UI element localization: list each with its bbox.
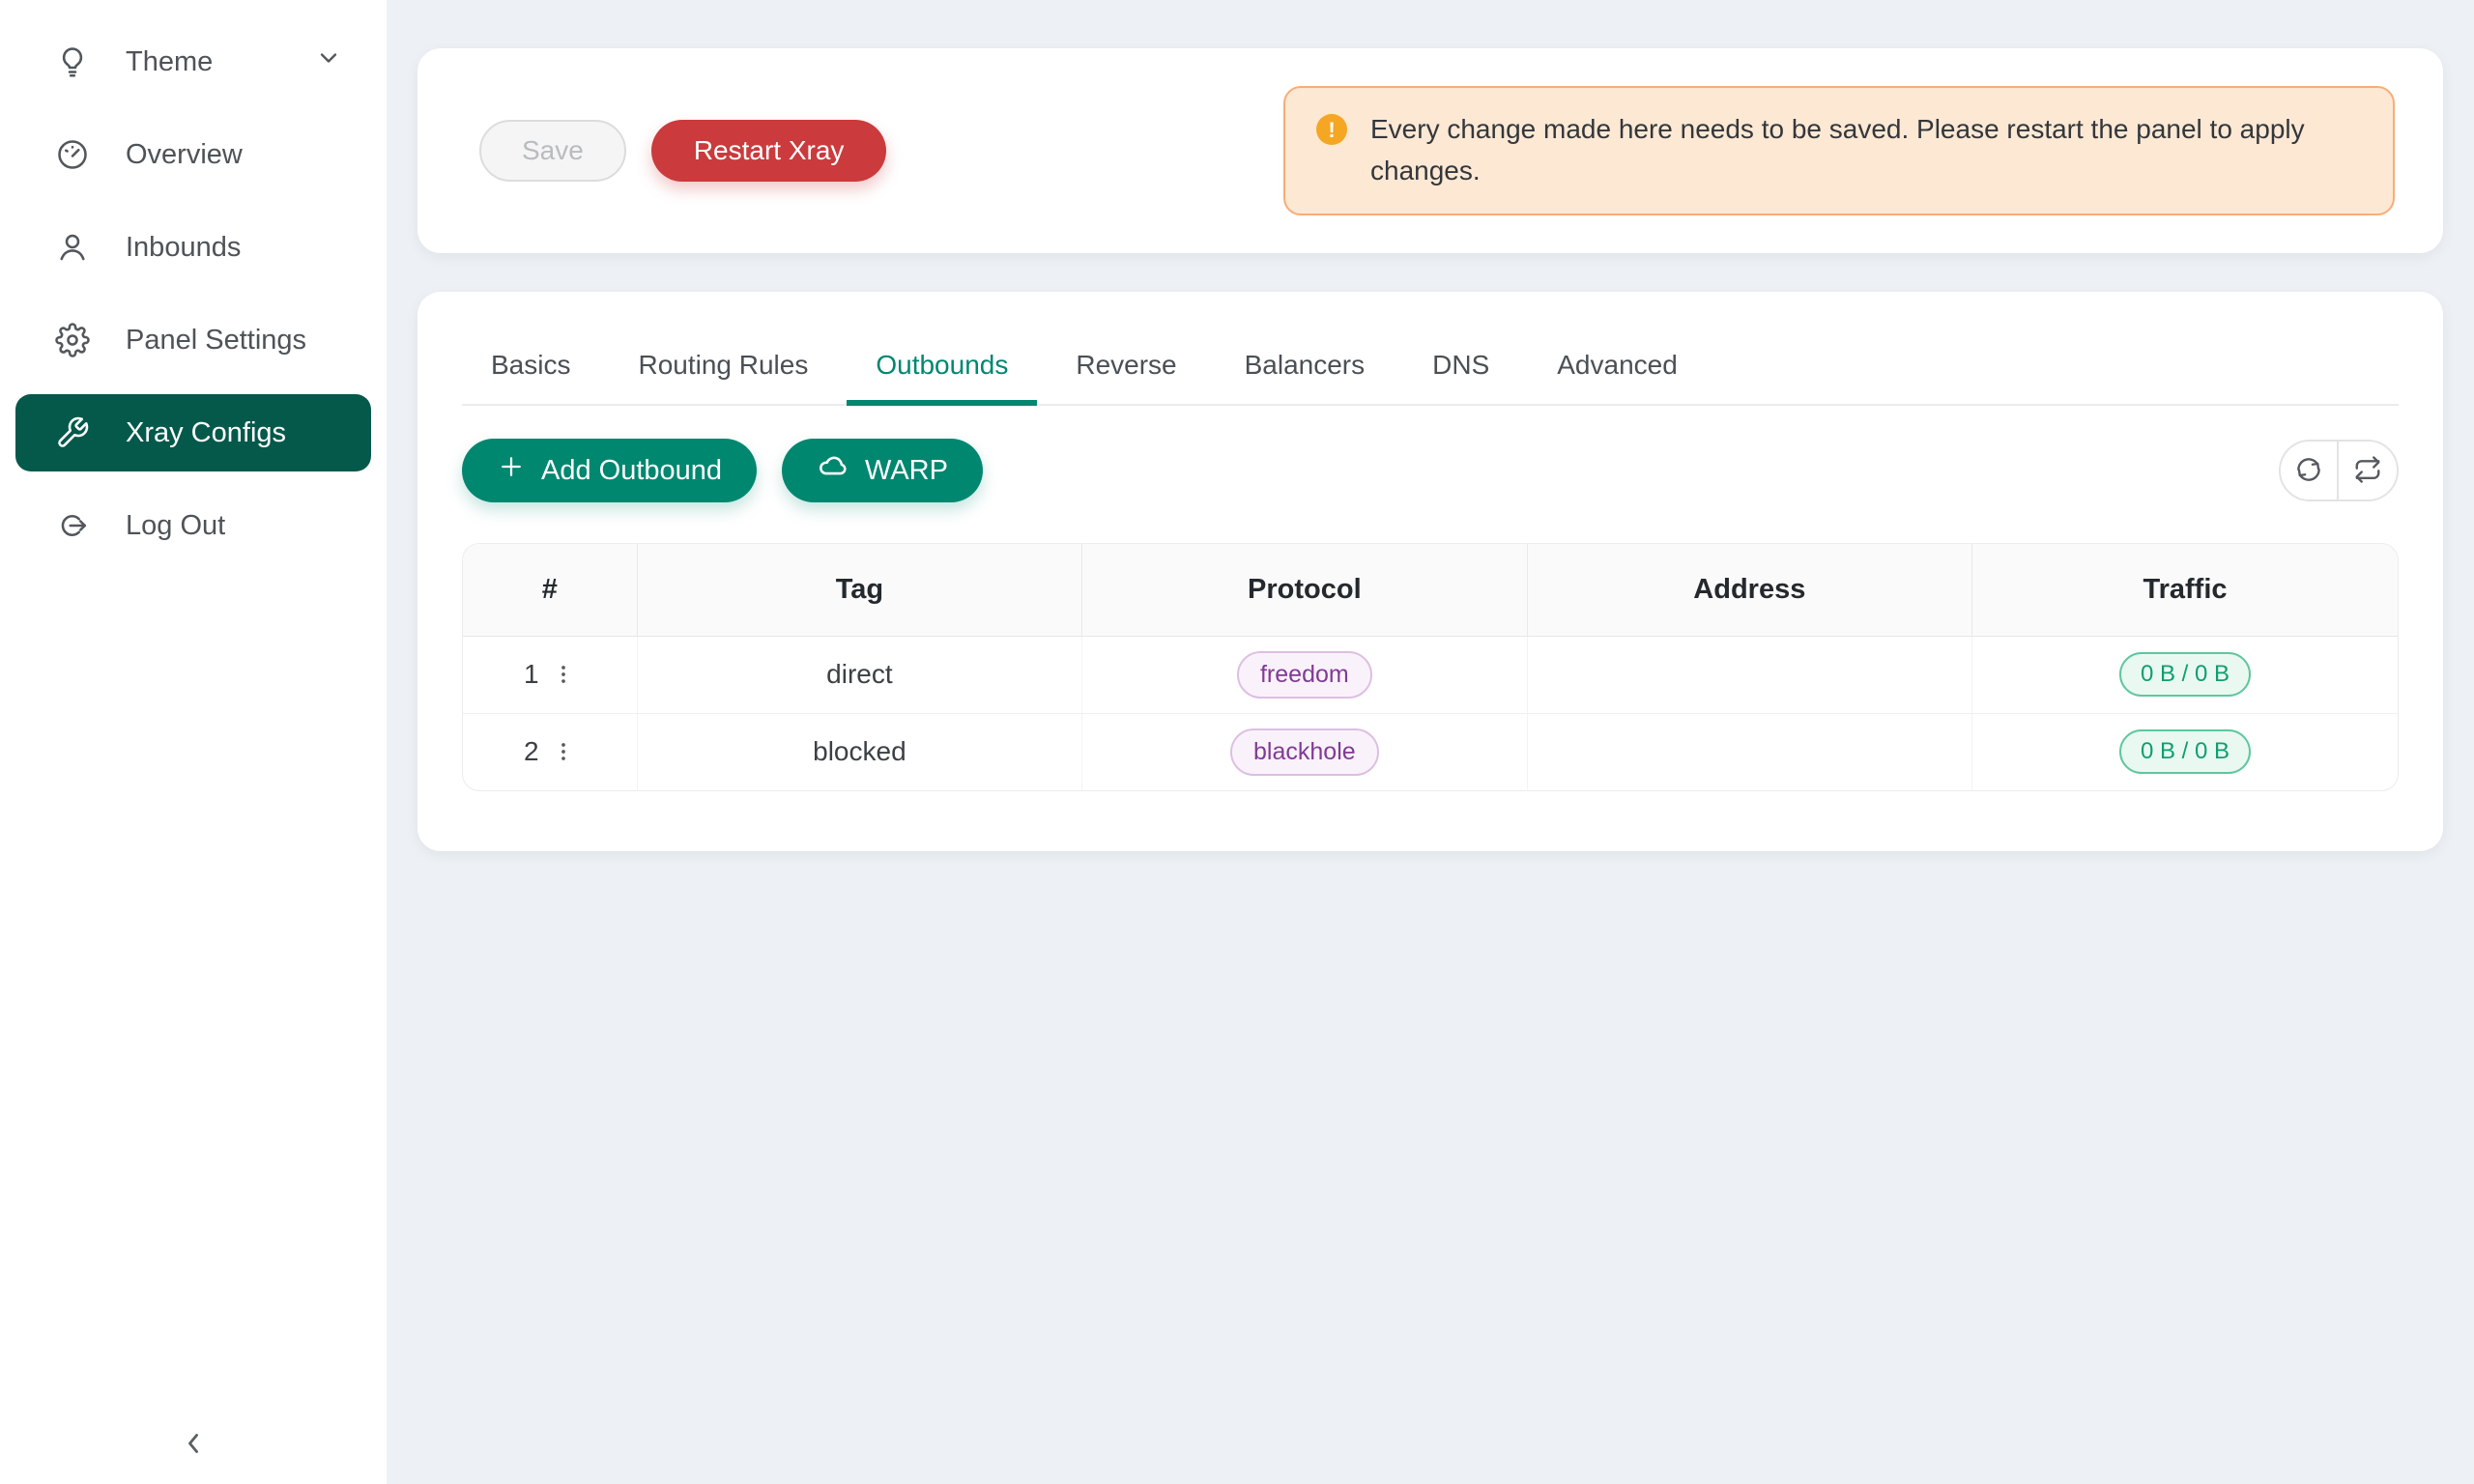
tab-routing-rules[interactable]: Routing Rules xyxy=(609,334,837,406)
row-menu-kebab-icon[interactable] xyxy=(551,739,576,764)
sidebar-item-label: Overview xyxy=(126,139,243,171)
warning-alert-text: Every change made here needs to be saved… xyxy=(1370,109,2362,191)
outbounds-actions-row: Add Outbound WARP xyxy=(462,439,2399,502)
toolbar-card: Save Restart Xray ! Every change made he… xyxy=(417,48,2443,253)
column-header-traffic: Traffic xyxy=(1972,544,2398,636)
row-index: 2 xyxy=(524,736,539,767)
chevron-down-icon xyxy=(315,44,342,79)
toolbar-buttons: Save Restart Xray xyxy=(479,120,886,182)
sync-button[interactable] xyxy=(2281,442,2339,499)
plus-icon xyxy=(497,452,526,489)
row-tag: direct xyxy=(637,636,1081,713)
sidebar-item-log-out[interactable]: Log Out xyxy=(15,487,371,564)
app-root: Theme Overview xyxy=(0,0,2474,1484)
sync-icon xyxy=(2294,455,2323,487)
logout-icon xyxy=(54,507,91,544)
table-header-row: # Tag Protocol Address Traffic xyxy=(463,544,2398,636)
xray-configs-card: Basics Routing Rules Outbounds Reverse B… xyxy=(417,292,2443,851)
protocol-badge: blackhole xyxy=(1230,728,1379,776)
chevron-left-icon xyxy=(177,1427,210,1465)
tab-advanced[interactable]: Advanced xyxy=(1528,334,1707,406)
warning-alert: ! Every change made here needs to be sav… xyxy=(1283,86,2395,214)
tab-basics[interactable]: Basics xyxy=(462,334,599,406)
tab-outbounds[interactable]: Outbounds xyxy=(847,334,1037,406)
sidebar-item-panel-settings[interactable]: Panel Settings xyxy=(15,301,371,379)
sidebar: Theme Overview xyxy=(0,0,387,1484)
row-address xyxy=(1527,636,1971,713)
row-address xyxy=(1527,713,1971,790)
restart-xray-button[interactable]: Restart Xray xyxy=(651,120,887,182)
column-header-protocol: Protocol xyxy=(1082,544,1527,636)
warp-button[interactable]: WARP xyxy=(782,439,983,502)
warning-icon: ! xyxy=(1316,114,1347,145)
refresh-button-group xyxy=(2279,440,2399,501)
main-content: Save Restart Xray ! Every change made he… xyxy=(387,0,2474,1484)
table-row: 2 blocked blackhole xyxy=(463,713,2398,790)
user-icon xyxy=(54,229,91,266)
sidebar-item-inbounds[interactable]: Inbounds xyxy=(15,209,371,286)
repeat-button[interactable] xyxy=(2339,442,2397,499)
repeat-icon xyxy=(2353,455,2382,487)
row-tag: blocked xyxy=(637,713,1081,790)
protocol-badge: freedom xyxy=(1237,651,1372,699)
lightbulb-icon xyxy=(54,43,91,80)
sidebar-item-label: Panel Settings xyxy=(126,325,306,357)
warp-label: WARP xyxy=(865,455,948,487)
sidebar-item-label: Log Out xyxy=(126,510,225,542)
tab-bar: Basics Routing Rules Outbounds Reverse B… xyxy=(462,334,2399,406)
column-header-tag: Tag xyxy=(637,544,1081,636)
table-row: 1 direct freedom xyxy=(463,636,2398,713)
traffic-badge: 0 B / 0 B xyxy=(2119,729,2251,774)
gear-icon xyxy=(54,322,91,358)
sidebar-item-theme[interactable]: Theme xyxy=(15,23,371,100)
tab-balancers[interactable]: Balancers xyxy=(1216,334,1395,406)
add-outbound-label: Add Outbound xyxy=(541,455,722,487)
add-outbound-button[interactable]: Add Outbound xyxy=(462,439,757,502)
sidebar-nav: Theme Overview xyxy=(0,0,387,587)
dashboard-icon xyxy=(54,136,91,173)
wrench-icon xyxy=(54,414,91,451)
column-header-address: Address xyxy=(1527,544,1971,636)
outbounds-table: # Tag Protocol Address Traffic 1 xyxy=(462,543,2399,791)
sidebar-item-overview[interactable]: Overview xyxy=(15,116,371,193)
sidebar-item-label: Xray Configs xyxy=(126,417,286,449)
sidebar-item-label: Theme xyxy=(126,46,213,78)
row-menu-kebab-icon[interactable] xyxy=(551,662,576,687)
tab-dns[interactable]: DNS xyxy=(1403,334,1518,406)
save-button[interactable]: Save xyxy=(479,120,626,182)
column-header-index: # xyxy=(463,544,637,636)
sidebar-collapse-button[interactable] xyxy=(0,1427,387,1465)
tab-reverse[interactable]: Reverse xyxy=(1047,334,1205,406)
traffic-badge: 0 B / 0 B xyxy=(2119,652,2251,697)
sidebar-item-label: Inbounds xyxy=(126,232,241,264)
sidebar-item-xray-configs[interactable]: Xray Configs xyxy=(15,394,371,471)
cloud-icon xyxy=(817,450,849,491)
row-index: 1 xyxy=(524,659,539,690)
